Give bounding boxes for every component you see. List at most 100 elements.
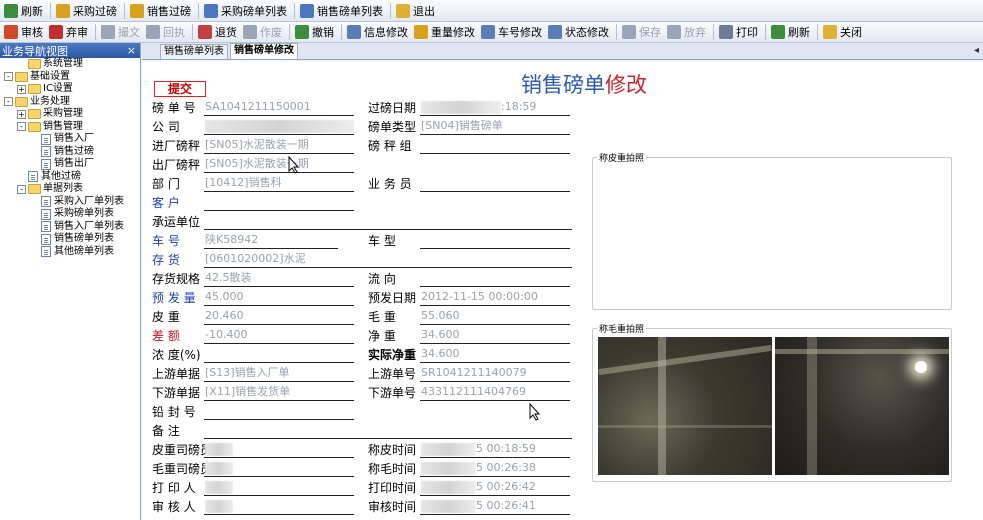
toolbar-button[interactable]: 回执	[144, 22, 189, 42]
nav-tree-item[interactable]: - 业务处理	[0, 96, 140, 109]
field-input[interactable]: [0601020002]水泥	[204, 251, 572, 268]
toolbar-button[interactable]: 审核	[2, 22, 47, 42]
field-input[interactable]	[204, 403, 354, 420]
field-input[interactable]	[204, 460, 354, 477]
tare-photo-panel: 称皮重拍照	[592, 151, 952, 310]
submit-button[interactable]: 提交	[154, 81, 206, 97]
toolbar-button[interactable]: 销售磅单列表	[298, 1, 387, 21]
expand-icon[interactable]: +	[17, 84, 26, 94]
field-label: 流 向	[368, 272, 396, 286]
field-input[interactable]	[420, 270, 570, 287]
nav-tree-item[interactable]: 系统管理	[0, 58, 140, 71]
toolbar-button[interactable]: 关闭	[821, 22, 866, 42]
nav-tree-item[interactable]: - 单据列表	[0, 183, 140, 196]
nav-tree-item[interactable]: 销售入厂单列表	[0, 221, 140, 234]
tab-scroll-left-icon[interactable]: ◂	[974, 45, 979, 56]
nav-tree-item[interactable]: 采购入厂单列表	[0, 196, 140, 209]
toolbar-separator	[341, 24, 342, 40]
field-input[interactable]: 55.060	[420, 308, 570, 325]
field-input[interactable]: 42.5散装	[204, 270, 354, 287]
toolbar-button[interactable]: 采购磅单列表	[202, 1, 291, 21]
field-input[interactable]: 5 00:26:38	[420, 460, 570, 477]
close-icon[interactable]: ×	[127, 44, 136, 57]
field-input[interactable]	[204, 194, 354, 211]
gross-photo-camera-2[interactable]	[775, 337, 949, 475]
field-input[interactable]	[204, 118, 354, 135]
nav-tree-item[interactable]: 销售过磅	[0, 146, 140, 159]
field-input[interactable]: 2012-11-15 00:00:00	[420, 289, 570, 306]
collapse-icon[interactable]: -	[4, 72, 13, 82]
field-input[interactable]	[204, 498, 354, 515]
toolbar-button[interactable]: 车号修改	[479, 22, 546, 42]
field-input[interactable]: [SN04]销售磅单	[420, 118, 570, 135]
toolbar-button[interactable]: 弃审	[47, 22, 92, 42]
field-input[interactable]	[204, 479, 354, 496]
toolbar-button[interactable]: 撤销	[293, 22, 338, 42]
collapse-icon[interactable]: -	[4, 97, 13, 107]
field-input[interactable]: -10.400	[204, 327, 354, 344]
field-input[interactable]: [S13]销售入厂单	[204, 365, 354, 382]
field-input[interactable]	[204, 213, 572, 230]
toolbar-button[interactable]: 放弃	[665, 22, 710, 42]
nav-tree-item[interactable]: + 采购管理	[0, 108, 140, 121]
toolbar-button[interactable]: 销售过磅	[128, 1, 195, 21]
toolbar-button[interactable]: 信息修改	[345, 22, 412, 42]
tab-0[interactable]: 销售磅单列表	[160, 44, 228, 59]
field-input[interactable]: 5 00:18:59	[420, 441, 570, 458]
field-input[interactable]	[204, 441, 354, 458]
collapse-icon[interactable]: -	[17, 184, 26, 194]
field-input[interactable]: 34.600	[420, 346, 570, 363]
nav-tree-item-label: 销售出厂	[54, 158, 94, 170]
toolbar-button[interactable]: 状态修改	[546, 22, 613, 42]
field-input[interactable]	[420, 137, 570, 154]
field-label: 称皮时间	[368, 443, 417, 457]
toolbar-button[interactable]: 重量修改	[412, 22, 479, 42]
nav-tree-item[interactable]: 其他过磅	[0, 171, 140, 184]
toolbar-button[interactable]: 保存	[620, 22, 665, 42]
toolbar-button[interactable]: 撮文	[99, 22, 144, 42]
nav-tree-item[interactable]: + IC设置	[0, 83, 140, 96]
field-input[interactable]: 34.600	[420, 327, 570, 344]
field-input[interactable]: [10412]销售科	[204, 175, 354, 192]
field-input[interactable]	[420, 232, 570, 249]
nav-tree-item[interactable]: 销售入厂	[0, 133, 140, 146]
nav-tree-item[interactable]: 销售出厂	[0, 158, 140, 171]
toolbar-button[interactable]: 刷新	[2, 1, 47, 21]
toolbar-button[interactable]: 退出	[394, 1, 439, 21]
gross-photo-label: 称毛重拍照	[597, 322, 647, 335]
nav-tree-item[interactable]: - 销售管理	[0, 121, 140, 134]
folder-icon	[28, 121, 41, 132]
field-input[interactable]: SR1041211140079	[420, 365, 570, 382]
toolbar-button-label: 撮文	[118, 26, 140, 39]
gross-photo-camera-1[interactable]	[598, 337, 772, 475]
collapse-icon[interactable]: -	[17, 122, 26, 132]
field-input[interactable]: :18:59	[420, 99, 570, 116]
field-input[interactable]: SA1041211150001	[204, 99, 354, 116]
toolbar-button[interactable]: 退货	[196, 22, 241, 42]
document-icon	[41, 233, 51, 245]
field-input[interactable]	[204, 422, 572, 439]
nav-tree-item[interactable]: - 基础设置	[0, 71, 140, 84]
field-input[interactable]: 20.460	[204, 308, 354, 325]
form-row-left: 出厂磅秤 [SN05]水泥散装一期	[152, 156, 582, 174]
field-input[interactable]: 5 00:26:42	[420, 479, 570, 496]
field-input[interactable]: 陕K58942	[204, 232, 338, 249]
field-input[interactable]: 45.000	[204, 289, 354, 306]
toolbar-button[interactable]: 采购过磅	[54, 1, 121, 21]
expand-icon[interactable]: +	[17, 109, 26, 119]
field-input[interactable]: 5 00:26:41	[420, 498, 570, 515]
nav-tree-item[interactable]: 采购磅单列表	[0, 208, 140, 221]
field-input[interactable]: [X11]销售发货单	[204, 384, 354, 401]
toolbar-separator	[817, 24, 818, 40]
tab-1[interactable]: 销售磅单修改	[230, 43, 298, 59]
nav-tree-item[interactable]: 销售磅单列表	[0, 233, 140, 246]
toolbar-button[interactable]: 作废	[241, 22, 286, 42]
toolbar-button[interactable]: 刷新	[769, 22, 814, 42]
field-input[interactable]	[420, 175, 570, 192]
toolbar-button[interactable]: 打印	[717, 22, 762, 42]
field-input[interactable]: 433112111404769	[420, 384, 570, 401]
field-input[interactable]	[204, 346, 354, 363]
field-input[interactable]: [SN05]水泥散装一期	[204, 156, 354, 173]
field-input[interactable]: [SN05]水泥散装一期	[204, 137, 354, 154]
nav-tree-item[interactable]: 其他磅单列表	[0, 246, 140, 259]
